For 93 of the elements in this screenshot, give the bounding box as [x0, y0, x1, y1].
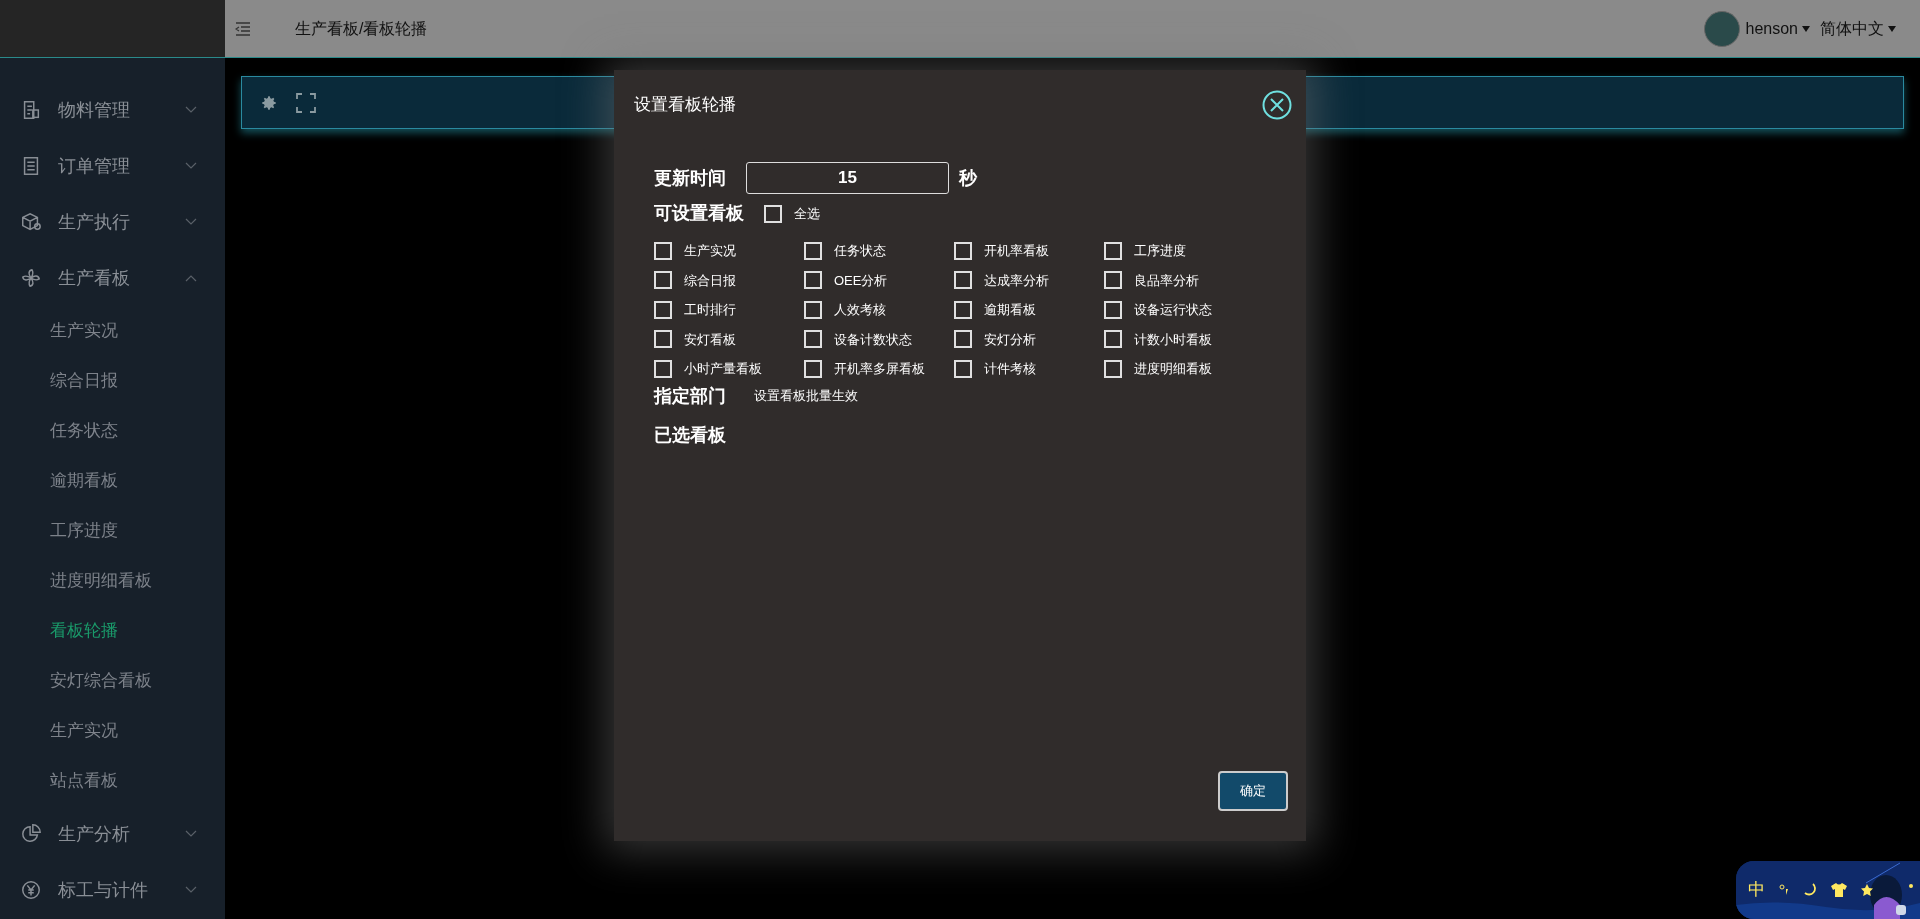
checkbox-label: 逾期看板 [984, 301, 1036, 319]
board-checkbox[interactable] [954, 330, 972, 349]
checkbox-label: 工时排行 [684, 301, 736, 319]
menu-item[interactable]: 生产执行 [0, 194, 225, 250]
board-checkbox[interactable] [654, 271, 672, 290]
checkbox-label: 开机率多屏看板 [834, 360, 925, 378]
menu-item[interactable]: 生产分析 [0, 806, 225, 862]
menu-item[interactable]: 物料管理 [0, 82, 225, 138]
section-label: 已选看板 [654, 423, 726, 447]
yen-icon [20, 879, 42, 901]
board-checkbox[interactable] [1104, 271, 1122, 290]
avatar[interactable] [1703, 10, 1740, 47]
board-checkbox[interactable] [804, 241, 822, 260]
board-checkbox[interactable] [1104, 330, 1122, 349]
checkbox-label: 全选 [794, 204, 820, 223]
submenu-item[interactable]: 任务状态 [0, 406, 225, 456]
menu-item[interactable]: 生产看板 [0, 250, 225, 306]
menu-item[interactable]: 标工与计件 [0, 862, 225, 918]
chevron-down-icon [185, 162, 197, 170]
board-checkbox[interactable] [1104, 300, 1122, 319]
dialog-title: 设置看板轮播 [634, 94, 736, 117]
pie-chart-icon [20, 823, 42, 845]
checkbox-label: OEE分析 [834, 271, 888, 290]
language-menu[interactable]: 简体中文 [1820, 16, 1896, 41]
ime-toolbar[interactable]: 中 [1736, 861, 1920, 919]
checkbox-label: 人效考核 [834, 301, 886, 319]
submenu-item[interactable]: 综合日报 [0, 356, 225, 406]
board-checkbox[interactable] [654, 241, 672, 260]
submenu-item[interactable]: 生产实况 [0, 706, 225, 756]
ime-mode[interactable]: 中 [1748, 877, 1765, 903]
checkbox-label: 计数小时看板 [1134, 330, 1212, 349]
unit-label: 秒 [959, 166, 977, 190]
checkbox-label: 良品率分析 [1134, 271, 1199, 290]
checkbox-label: 综合日报 [684, 271, 736, 290]
submenu-item[interactable]: 站点看板 [0, 756, 225, 806]
chevron-up-icon [185, 274, 197, 282]
caret-icon [1802, 25, 1810, 32]
chevron-down-icon [185, 218, 197, 226]
chevron-down-icon [185, 106, 197, 114]
section-label: 可设置看板 [654, 202, 744, 225]
submenu-item[interactable]: 工序进度 [0, 506, 225, 556]
board-checkbox[interactable] [954, 241, 972, 260]
submenu-item[interactable]: 安灯综合看板 [0, 656, 225, 706]
board-checkbox[interactable] [1104, 241, 1122, 260]
fullscreen-icon[interactable] [296, 92, 316, 113]
update-time-input[interactable]: 15 [746, 162, 949, 194]
board-checkbox[interactable] [1104, 359, 1122, 378]
checkbox-label: 计件考核 [984, 360, 1036, 378]
board-checkbox[interactable] [804, 300, 822, 319]
star-icon[interactable] [1861, 884, 1873, 896]
submenu-item[interactable]: 进度明细看板 [0, 556, 225, 606]
pinwheel-icon [20, 267, 42, 289]
confirm-button[interactable]: 确定 [1218, 771, 1288, 811]
board-checkbox[interactable] [804, 271, 822, 290]
board-checkbox[interactable] [654, 300, 672, 319]
checkbox-label: 开机率看板 [984, 242, 1049, 260]
board-checkbox[interactable] [954, 359, 972, 378]
settings-icon[interactable] [260, 93, 278, 112]
section-label: 指定部门 [654, 384, 726, 408]
submenu-item[interactable]: 生产实况 [0, 306, 225, 356]
chevron-down-icon [185, 886, 197, 894]
board-checkbox[interactable] [804, 359, 822, 378]
menu-icon[interactable] [235, 21, 251, 36]
checkbox-label: 达成率分析 [984, 271, 1049, 290]
board-checkbox[interactable] [954, 271, 972, 290]
select-all-checkbox[interactable] [764, 204, 782, 223]
checkbox-label: 设备运行状态 [1134, 301, 1212, 319]
board-checkbox[interactable] [654, 359, 672, 378]
breadcrumb: 生产看板/看板轮播 [295, 18, 429, 39]
box-icon [20, 211, 42, 233]
checkbox-label: 设备计数状态 [834, 330, 912, 349]
board-checkbox[interactable] [654, 330, 672, 349]
board-checkbox[interactable] [804, 330, 822, 349]
moon-icon[interactable] [1803, 883, 1817, 897]
checkbox-label: 进度明细看板 [1134, 360, 1212, 378]
shirt-icon[interactable] [1831, 883, 1847, 897]
punctuation-icon[interactable] [1779, 884, 1789, 896]
checkbox-label: 安灯分析 [984, 330, 1036, 349]
checkbox-label: 安灯看板 [684, 330, 736, 349]
caret-icon [1888, 25, 1896, 32]
checkbox-label: 生产实况 [684, 242, 736, 260]
field-label: 更新时间 [654, 166, 726, 190]
board-checkbox[interactable] [954, 300, 972, 319]
submenu-item[interactable]: 逾期看板 [0, 456, 225, 506]
submenu-item[interactable]: 看板轮播 [0, 606, 225, 656]
checkbox-label: 小时产量看板 [684, 360, 762, 378]
user-menu[interactable]: henson [1745, 16, 1810, 41]
checkbox-label: 工序进度 [1134, 242, 1186, 260]
chevron-down-icon [185, 830, 197, 838]
department-note: 设置看板批量生效 [754, 387, 858, 406]
checkbox-label: 任务状态 [834, 242, 886, 260]
close-icon[interactable] [1262, 90, 1292, 120]
menu-item[interactable]: 订单管理 [0, 138, 225, 194]
